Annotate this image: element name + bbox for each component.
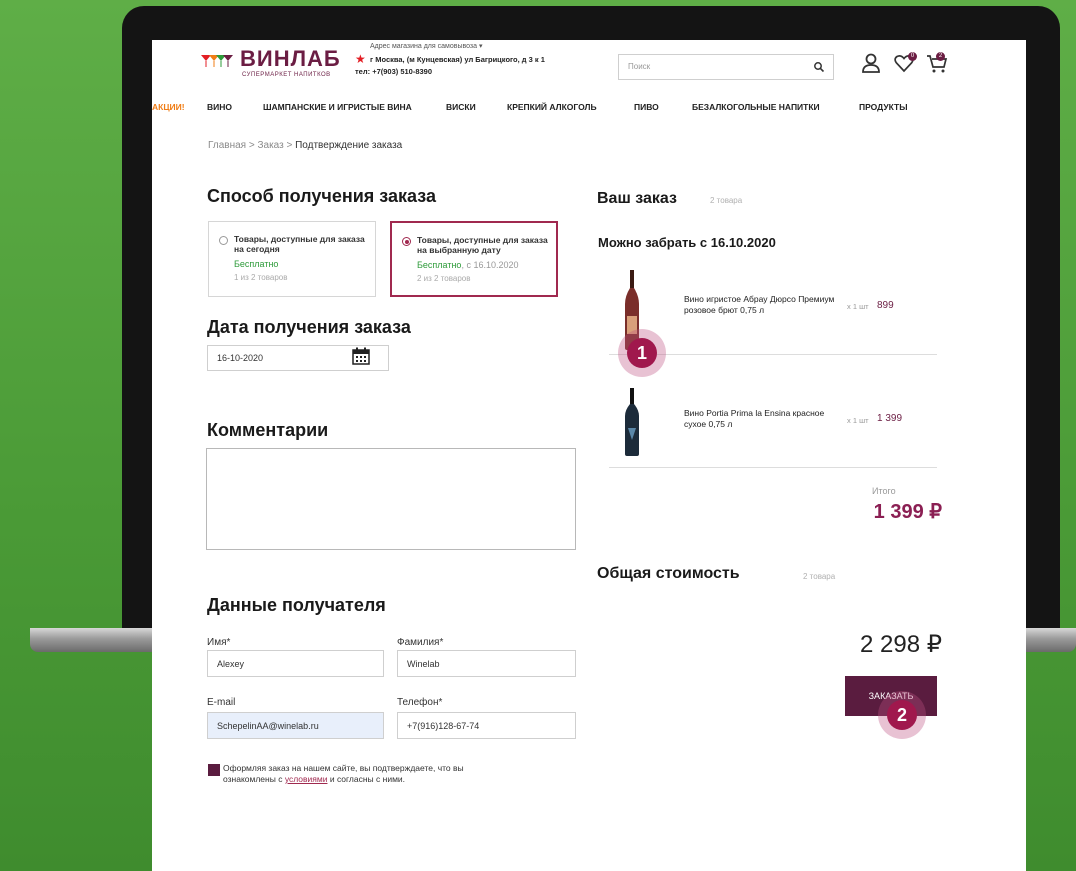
total-item-count: 2 товара bbox=[803, 572, 836, 581]
first-name-field[interactable]: Alexey bbox=[207, 650, 384, 677]
wine-bottle-image bbox=[625, 388, 639, 456]
comments-textarea[interactable] bbox=[206, 448, 576, 550]
radio-button-selected[interactable] bbox=[402, 237, 411, 246]
phone-label: Телефон* bbox=[397, 697, 443, 708]
recipient-title: Данные получателя bbox=[207, 595, 386, 615]
nav-item-soft-drinks[interactable]: БЕЗАЛКОГОЛЬНЫЕ НАПИТКИ bbox=[692, 102, 820, 112]
nav-item-strong-alcohol[interactable]: КРЕПКИЙ АЛКОГОЛЬ bbox=[507, 102, 597, 112]
step-marker-1: 1 bbox=[627, 338, 657, 368]
pickup-date-info: Можно забрать с 16.10.2020 bbox=[598, 235, 776, 250]
delivery-option-price: Бесплатно, с 16.10.2020 bbox=[417, 260, 519, 270]
nav-item-promotions[interactable]: АКЦИИ! bbox=[152, 102, 185, 112]
consent-text: Оформляя заказ на нашем сайте, вы подтве… bbox=[223, 763, 464, 784]
calendar-icon[interactable] bbox=[352, 347, 370, 365]
delivery-option-title: Товары, доступные для заказа на выбранну… bbox=[417, 235, 548, 255]
consent-checkbox[interactable] bbox=[208, 764, 220, 776]
star-icon: ★ bbox=[355, 52, 366, 66]
wine-glasses-logo-icon bbox=[201, 55, 233, 67]
main-nav: АКЦИИ! ВИНО ШАМПАНСКИЕ И ИГРИСТЫЕ ВИНА В… bbox=[152, 102, 1026, 118]
delivery-option-title: Товары, доступные для заказа на сегодня bbox=[234, 234, 365, 254]
phone-value: +7(916)128-67-74 bbox=[407, 720, 480, 731]
search-input[interactable]: Поиск bbox=[618, 54, 834, 80]
browser-page: ВИНЛАБ СУПЕРМАРКЕТ НАПИТКОВ Адрес магази… bbox=[152, 40, 1026, 871]
logo[interactable]: ВИНЛАБ bbox=[240, 46, 341, 72]
search-icon[interactable] bbox=[813, 61, 825, 73]
your-order-title: Ваш заказ bbox=[597, 190, 677, 207]
last-name-field[interactable]: Winelab bbox=[397, 650, 576, 677]
favorites-count-badge: 0 bbox=[908, 52, 917, 61]
delivery-option-today[interactable]: Товары, доступные для заказа на сегодня … bbox=[208, 221, 376, 297]
search-placeholder: Поиск bbox=[628, 62, 651, 71]
comments-title: Комментарии bbox=[207, 420, 329, 440]
email-value: SchepelinAA@winelab.ru bbox=[217, 720, 319, 731]
divider bbox=[609, 354, 937, 355]
nav-item-whisky[interactable]: ВИСКИ bbox=[446, 102, 476, 112]
email-field[interactable]: SchepelinAA@winelab.ru bbox=[207, 712, 384, 739]
total-value: 2 298 ₽ bbox=[860, 631, 942, 658]
last-name-value: Winelab bbox=[407, 658, 440, 669]
divider bbox=[609, 467, 937, 468]
cart-count-badge: 2 bbox=[936, 52, 945, 61]
nav-item-products[interactable]: ПРОДУКТЫ bbox=[859, 102, 908, 112]
order-item-qty: x 1 шт bbox=[847, 302, 869, 311]
last-name-label: Фамилия* bbox=[397, 637, 444, 648]
order-item-name[interactable]: Вино Portia Prima la Ensina красное сухо… bbox=[684, 408, 844, 430]
store-phone: тел: +7(903) 510-8390 bbox=[355, 67, 433, 76]
pickup-address: г Москва, (м Кунцевская) ул Багрицкого, … bbox=[370, 55, 545, 64]
delivery-option-count: 1 из 2 товаров bbox=[234, 273, 288, 282]
breadcrumb: Главная > Заказ > Подтверждение заказа bbox=[208, 140, 402, 151]
order-item-price: 1 399 bbox=[877, 413, 903, 424]
email-label: E-mail bbox=[207, 697, 236, 708]
order-item-name[interactable]: Вино игристое Абрау Дюрсо Премиум розово… bbox=[684, 294, 844, 316]
phone-field[interactable]: +7(916)128-67-74 bbox=[397, 712, 576, 739]
subtotal-label: Итого bbox=[872, 486, 896, 496]
radio-button[interactable] bbox=[219, 236, 228, 245]
breadcrumb-separator: > bbox=[286, 140, 293, 151]
breadcrumb-current: Подтверждение заказа bbox=[295, 140, 403, 151]
order-item-qty: x 1 шт bbox=[847, 416, 869, 425]
pickup-date-title: Дата получения заказа bbox=[207, 317, 411, 337]
breadcrumb-separator: > bbox=[248, 140, 255, 151]
delivery-option-selected-date[interactable]: Товары, доступные для заказа на выбранну… bbox=[390, 221, 558, 297]
order-item-count: 2 товара bbox=[710, 196, 743, 205]
nav-item-beer[interactable]: ПИВО bbox=[634, 102, 659, 112]
nav-item-wine[interactable]: ВИНО bbox=[207, 102, 232, 112]
step-marker-2: 2 bbox=[887, 700, 917, 730]
subtotal-value: 1 399 ₽ bbox=[873, 501, 942, 523]
first-name-label: Имя* bbox=[207, 637, 231, 648]
nav-item-sparkling[interactable]: ШАМПАНСКИЕ И ИГРИСТЫЕ ВИНА bbox=[263, 102, 412, 112]
breadcrumb-order[interactable]: Заказ bbox=[257, 140, 283, 151]
delivery-method-title: Способ получения заказа bbox=[207, 186, 436, 206]
logo-subtitle: СУПЕРМАРКЕТ НАПИТКОВ bbox=[242, 72, 331, 78]
delivery-option-price: Бесплатно bbox=[234, 259, 279, 269]
delivery-option-count: 2 из 2 товаров bbox=[417, 274, 471, 283]
first-name-value: Alexey bbox=[217, 658, 245, 669]
breadcrumb-home[interactable]: Главная bbox=[208, 140, 246, 151]
order-item-price: 899 bbox=[877, 300, 894, 311]
pickup-date-value: 16-10-2020 bbox=[217, 353, 264, 363]
terms-link[interactable]: условиями bbox=[285, 774, 328, 784]
user-icon[interactable] bbox=[860, 52, 882, 74]
total-cost-title: Общая стоимость bbox=[597, 565, 740, 582]
pickup-address-dropdown[interactable]: Адрес магазина для самовывоза ▾ bbox=[370, 42, 483, 50]
